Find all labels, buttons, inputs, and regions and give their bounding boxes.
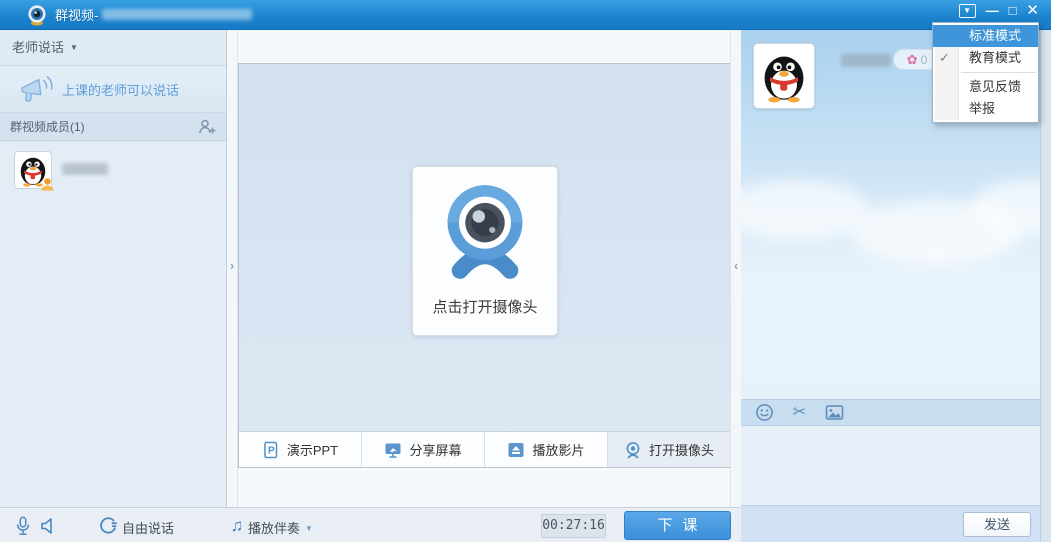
member-list bbox=[0, 142, 226, 507]
open-camera-button[interactable]: 打开摄像头 bbox=[607, 432, 730, 467]
qq-penguin-icon bbox=[757, 47, 811, 105]
members-header: 群视频成员(1) bbox=[0, 113, 226, 141]
rose-icon: ✿ bbox=[907, 53, 918, 66]
megaphone-icon bbox=[18, 74, 56, 104]
members-header-label: 群视频成员(1) bbox=[10, 120, 85, 134]
microphone-icon[interactable] bbox=[13, 516, 33, 536]
group-video-window: 群视频- ▼ — □ ✕ 老师说话 ▼ 上课的老师可以说话 群视频成员(1) bbox=[0, 0, 1051, 542]
scissors-icon: ✂ bbox=[793, 404, 806, 421]
sidebar-collapse-handle[interactable]: › bbox=[227, 30, 238, 507]
rose-count: 0 bbox=[921, 53, 928, 67]
censored-member-name bbox=[62, 163, 108, 175]
window-title: 群视频- bbox=[55, 5, 98, 24]
minimize-button[interactable]: — bbox=[986, 4, 999, 18]
close-button[interactable]: ✕ bbox=[1026, 4, 1039, 18]
image-icon bbox=[825, 403, 844, 422]
chat-toolbar: ✂ bbox=[741, 400, 1040, 426]
menu-item-standard-mode[interactable]: 标准模式 bbox=[933, 25, 1038, 47]
member-avatar bbox=[14, 151, 52, 189]
center-stage-column: › 点击打开摄像头 bbox=[227, 30, 741, 507]
announcement-text: 上课的老师可以说话 bbox=[62, 80, 179, 99]
check-icon: ✓ bbox=[939, 47, 955, 69]
add-member-icon[interactable] bbox=[198, 118, 216, 136]
play-movie-label: 播放影片 bbox=[532, 440, 584, 459]
censored-group-name bbox=[102, 9, 252, 20]
speaker-icon[interactable] bbox=[38, 516, 58, 536]
chat-collapse-handle[interactable]: ‹ bbox=[730, 30, 741, 507]
chat-input-area[interactable] bbox=[741, 427, 1040, 505]
camera-icon bbox=[624, 441, 642, 459]
share-screen-button[interactable]: 分享屏幕 bbox=[361, 432, 484, 467]
free-talk-label[interactable]: 自由说话 bbox=[122, 518, 174, 537]
menu-item-feedback[interactable]: 意见反馈 bbox=[933, 76, 1038, 98]
webcam-app-icon bbox=[26, 4, 48, 26]
play-movie-button[interactable]: 播放影片 bbox=[484, 432, 607, 467]
chevron-left-icon: ‹ bbox=[731, 258, 741, 273]
open-camera-label: 打开摄像头 bbox=[649, 440, 714, 459]
smiley-icon bbox=[755, 403, 774, 422]
open-camera-prompt: 点击打开摄像头 bbox=[413, 296, 557, 317]
screenshot-button[interactable]: ✂ bbox=[790, 403, 809, 422]
class-timer: 00:27:16 bbox=[541, 514, 606, 538]
accompaniment-dropdown[interactable]: 播放伴奏 ▼ bbox=[248, 518, 313, 537]
menu-item-education-mode[interactable]: ✓ 教育模式 bbox=[933, 47, 1038, 69]
member-row[interactable] bbox=[0, 142, 226, 198]
caret-down-icon: ▼ bbox=[305, 524, 313, 533]
window-controls: ▼ — □ ✕ bbox=[959, 3, 1039, 19]
ppt-icon: P bbox=[262, 441, 280, 459]
titlebar: 群视频- ▼ — □ ✕ bbox=[0, 0, 1051, 30]
speaker-mode-label: 老师说话 bbox=[12, 40, 64, 55]
bottom-control-bar: 自由说话 ♫ 播放伴奏 ▼ 00:27:16 下课 bbox=[0, 507, 741, 542]
chevron-right-icon: › bbox=[227, 258, 237, 273]
send-button[interactable]: 发送 bbox=[963, 512, 1031, 537]
screen-share-icon bbox=[384, 441, 402, 459]
present-ppt-label: 演示PPT bbox=[287, 440, 338, 459]
announcement-row: 上课的老师可以说话 bbox=[0, 66, 226, 113]
chat-send-bar: 发送 bbox=[741, 505, 1040, 542]
free-talk-icon[interactable] bbox=[99, 516, 119, 536]
stage-toolbar: P 演示PPT 分享屏幕 bbox=[239, 431, 730, 467]
education-mode-label: 教育模式 bbox=[969, 50, 1021, 65]
censored-speaker-name bbox=[841, 54, 891, 67]
music-note-icon[interactable]: ♫ bbox=[227, 516, 247, 536]
emoji-button[interactable] bbox=[755, 403, 774, 422]
video-stage: 点击打开摄像头 P 演示PPT 分享 bbox=[238, 63, 731, 468]
accompaniment-label: 播放伴奏 bbox=[248, 521, 300, 536]
speaker-mode-dropdown[interactable]: 老师说话 ▼ bbox=[0, 30, 226, 66]
open-camera-card[interactable]: 点击打开摄像头 bbox=[412, 166, 558, 336]
menu-item-report[interactable]: 举报 bbox=[933, 98, 1038, 120]
end-class-button[interactable]: 下课 bbox=[624, 511, 731, 540]
window-right-edge bbox=[1040, 30, 1051, 542]
sidebar: 老师说话 ▼ 上课的老师可以说话 群视频成员(1) bbox=[0, 30, 227, 507]
present-ppt-button[interactable]: P 演示PPT bbox=[239, 432, 361, 467]
share-screen-label: 分享屏幕 bbox=[409, 440, 461, 459]
play-movie-icon bbox=[507, 441, 525, 459]
svg-text:P: P bbox=[268, 445, 275, 456]
maximize-button[interactable]: □ bbox=[1009, 4, 1017, 18]
member-status-icon bbox=[40, 177, 55, 192]
caret-down-icon: ▼ bbox=[70, 43, 78, 52]
speaker-avatar bbox=[753, 43, 815, 109]
mode-menu: 标准模式 ✓ 教育模式 意见反馈 举报 bbox=[932, 22, 1039, 123]
menu-separator bbox=[961, 72, 1036, 73]
send-image-button[interactable] bbox=[825, 403, 844, 422]
webcam-icon bbox=[433, 179, 537, 283]
mode-menu-button[interactable]: ▼ bbox=[959, 4, 976, 18]
